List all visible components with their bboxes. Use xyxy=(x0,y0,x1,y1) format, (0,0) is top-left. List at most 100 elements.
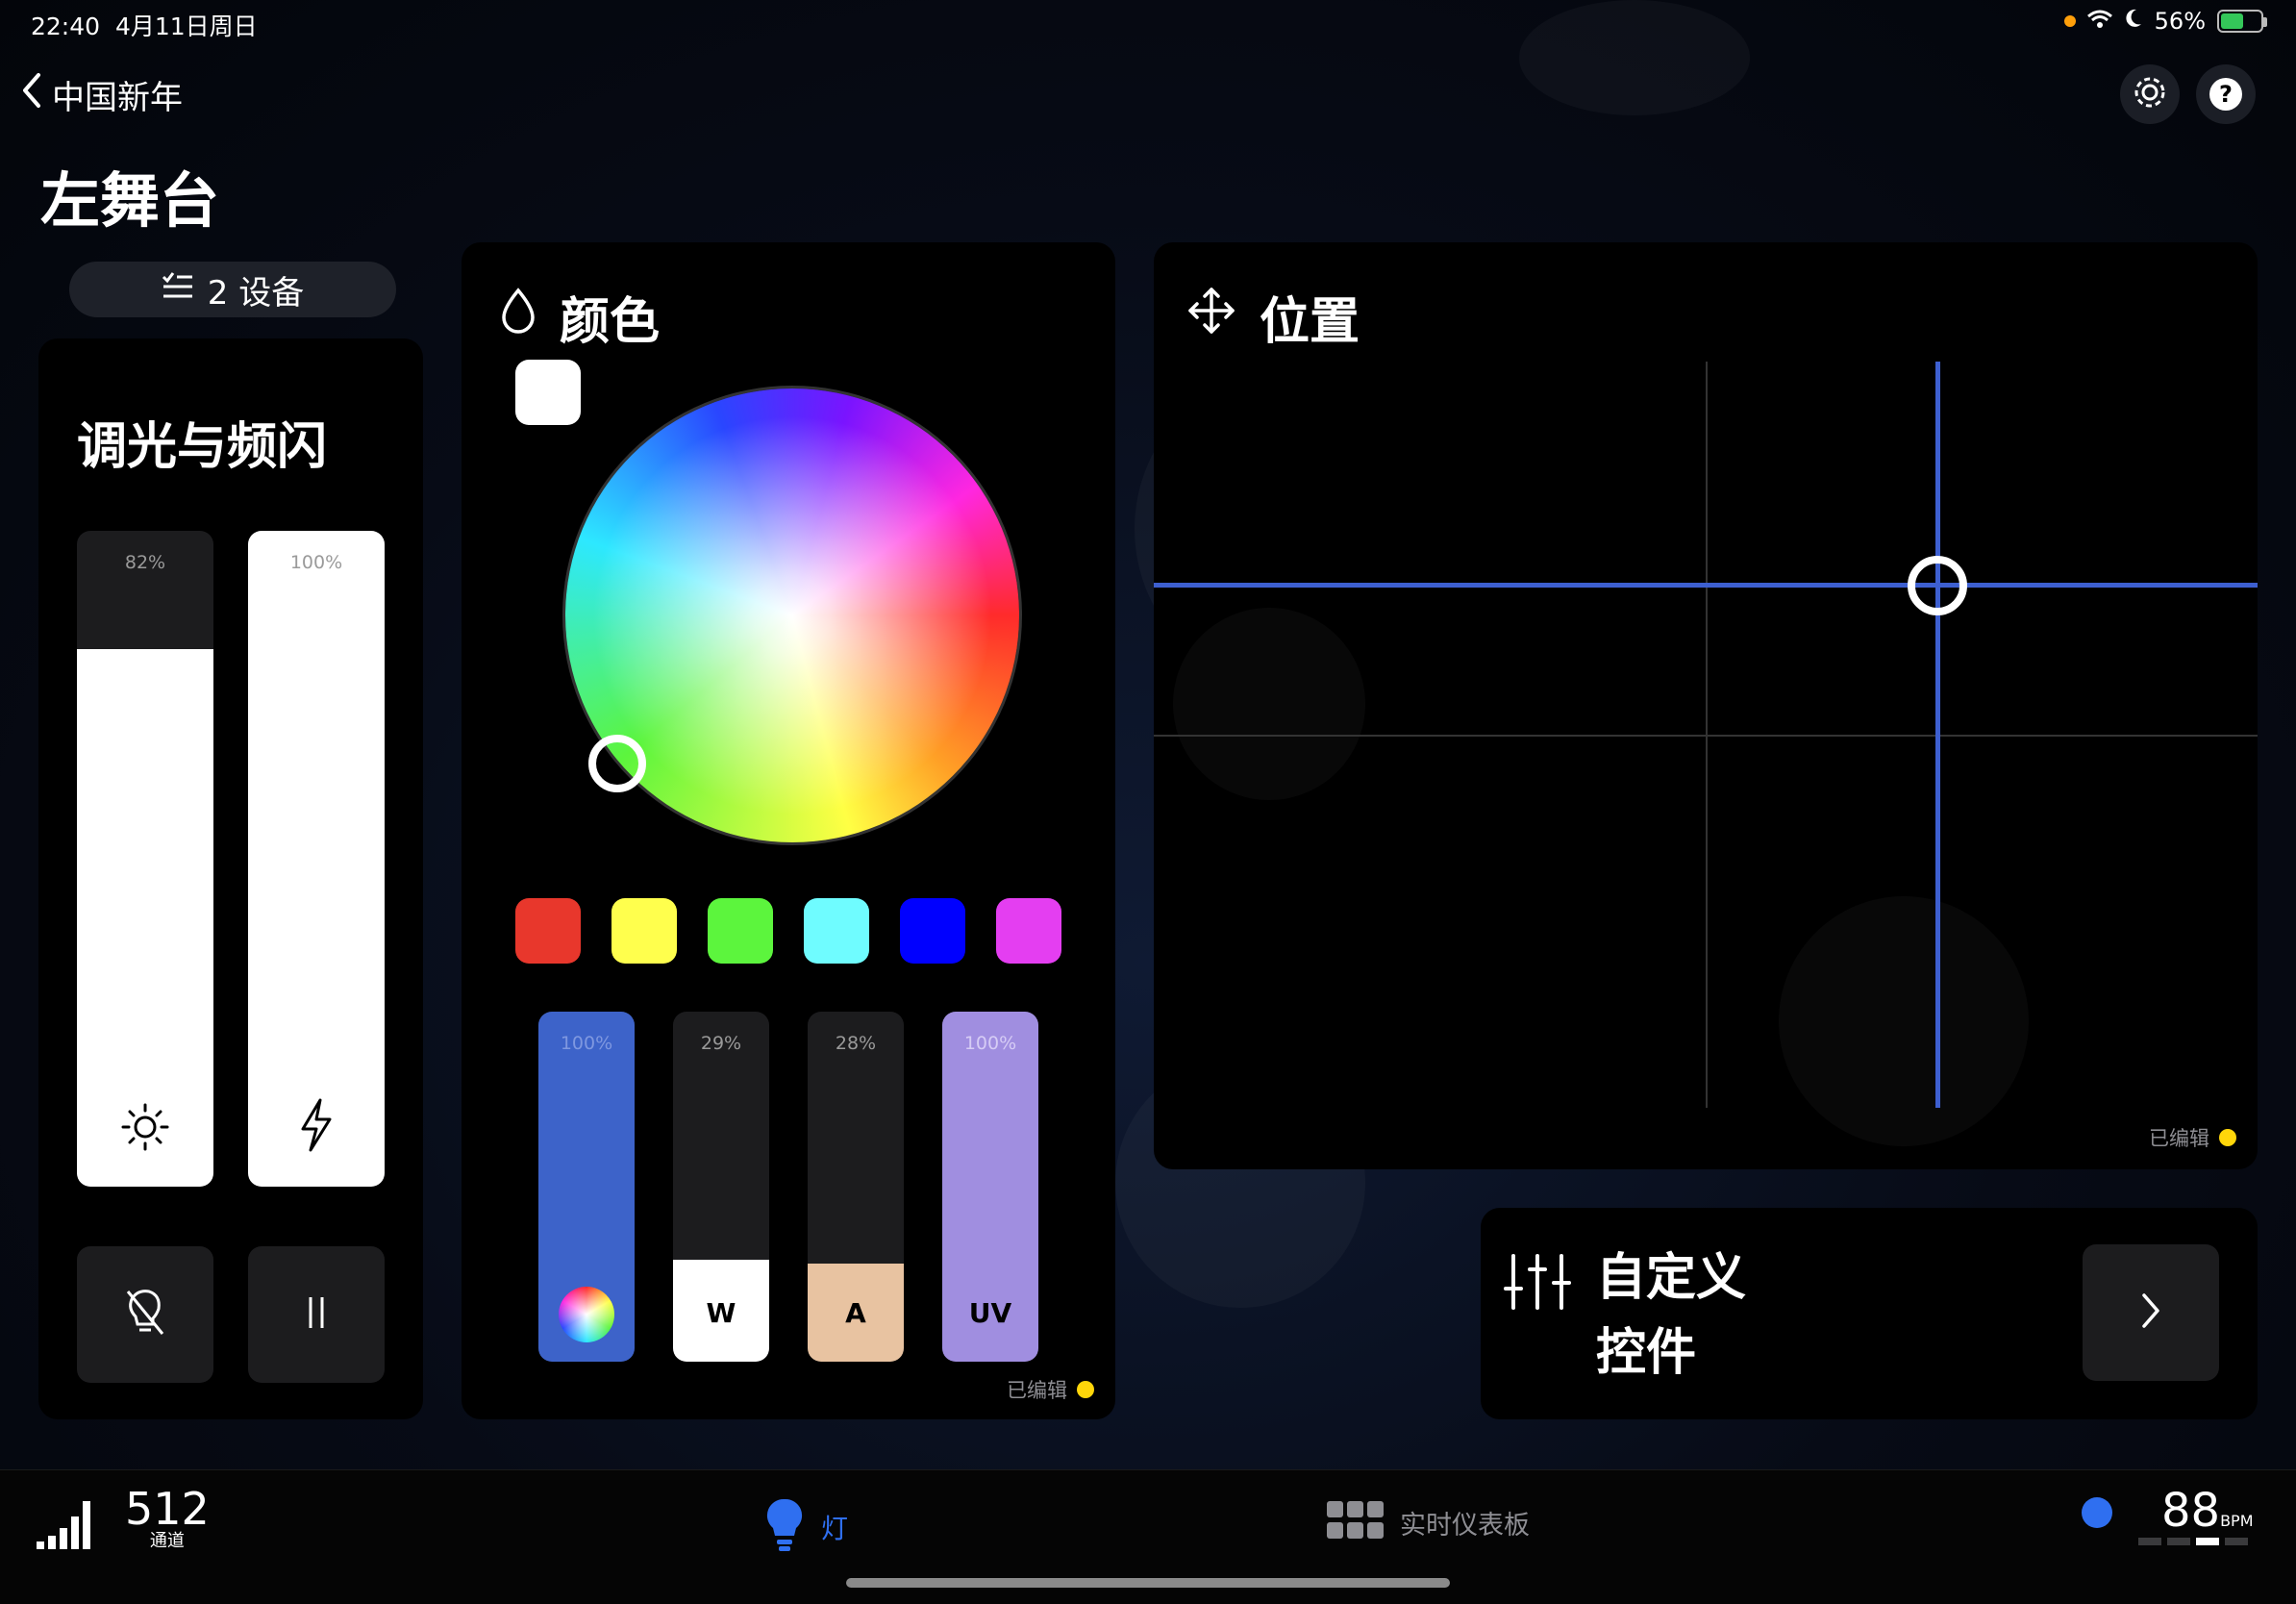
bokeh-light xyxy=(1519,0,1750,115)
dimmer-title: 调光与频闪 xyxy=(77,418,328,476)
position-edited-indicator: 已编辑 xyxy=(2149,1123,2236,1152)
channel-uv-value: 100% xyxy=(963,1033,1017,1054)
battery-percent: 56% xyxy=(2154,8,2206,35)
sliders-icon xyxy=(1504,1250,1571,1317)
channel-amber-slider[interactable]: 28% A xyxy=(808,1012,904,1362)
custom-controls-panel[interactable]: 自定义 控件 xyxy=(1481,1208,2258,1419)
channel-count-value: 512 xyxy=(125,1483,210,1535)
custom-controls-open-button[interactable] xyxy=(2083,1244,2219,1381)
back-button[interactable]: 中国新年 xyxy=(21,71,183,118)
help-button[interactable]: ? xyxy=(2196,64,2256,124)
brightness-slider[interactable]: 82% xyxy=(77,531,213,1187)
privacy-dot-icon xyxy=(2063,15,2076,27)
channel-uv-slider[interactable]: 100% UV xyxy=(942,1012,1038,1362)
battery-charging-icon xyxy=(2217,10,2267,33)
color-channel-sliders: 100% 29% W 28% A 100% UV xyxy=(538,1012,1038,1362)
channel-white-slider[interactable]: 29% W xyxy=(673,1012,769,1362)
chevron-right-icon xyxy=(2140,1291,2161,1334)
edited-label: 已编辑 xyxy=(1007,1379,1067,1402)
tab-lights[interactable]: 灯 xyxy=(765,1497,848,1557)
selected-color-swatch xyxy=(515,360,581,425)
color-swatch-4[interactable] xyxy=(804,898,869,964)
bpm-display[interactable]: 88BPM xyxy=(2161,1484,2254,1538)
pause-icon xyxy=(305,1293,328,1336)
brightness-value: 82% xyxy=(124,552,166,573)
tilt-line xyxy=(1154,583,2258,589)
beat-bar xyxy=(2225,1538,2248,1545)
edited-label: 已编辑 xyxy=(2149,1127,2209,1150)
color-wheel[interactable] xyxy=(565,388,1019,842)
dimmer-strobe-panel: 调光与频闪 82% 100% xyxy=(38,338,423,1419)
strobe-slider[interactable]: 100% xyxy=(248,531,385,1187)
position-title: 位置 xyxy=(1260,293,1360,351)
color-swatch-5[interactable] xyxy=(900,898,965,964)
beat-bar xyxy=(2196,1538,2219,1545)
channel-rgb-slider[interactable]: 100% xyxy=(538,1012,635,1362)
edited-dot xyxy=(2219,1129,2236,1146)
pause-button[interactable] xyxy=(248,1246,385,1383)
status-indicators: 56% xyxy=(2063,8,2267,35)
edited-dot xyxy=(1077,1381,1094,1398)
bulb-icon xyxy=(765,1497,804,1557)
chevron-left-icon xyxy=(21,72,42,117)
color-wheel-icon xyxy=(538,1287,635,1342)
lightning-icon xyxy=(248,1098,385,1152)
droplet-icon xyxy=(498,287,538,347)
wifi-icon xyxy=(2086,8,2112,35)
color-swatch-2[interactable] xyxy=(611,898,677,964)
devices-selector[interactable]: 2 设备 xyxy=(69,262,396,317)
blackout-button[interactable] xyxy=(77,1246,213,1383)
bpm-unit: BPM xyxy=(2220,1512,2254,1530)
signal-bars-icon xyxy=(37,1497,98,1553)
color-heading: 颜色 xyxy=(498,281,660,353)
moon-icon xyxy=(2124,8,2143,35)
channel-white-label: W xyxy=(706,1297,736,1329)
pan-line xyxy=(1934,362,1940,1108)
channel-count-label: 通道 xyxy=(149,1531,185,1551)
beat-bar xyxy=(2138,1538,2161,1545)
channel-amber-value: 28% xyxy=(835,1033,877,1054)
color-swatch-1[interactable] xyxy=(515,898,581,964)
beat-indicator-dot xyxy=(2082,1497,2112,1528)
status-clock: 22:40 4月11日周日 xyxy=(31,13,258,40)
sun-icon xyxy=(77,1102,213,1152)
home-indicator[interactable] xyxy=(846,1578,1450,1588)
custom-controls-title: 自定义 控件 xyxy=(1596,1241,1746,1391)
tab-live-dashboard[interactable]: 实时仪表板 xyxy=(1327,1501,1530,1543)
tab-live-dashboard-label: 实时仪表板 xyxy=(1400,1510,1530,1541)
color-swatch-3[interactable] xyxy=(708,898,773,964)
devices-label: 2 设备 xyxy=(207,273,305,313)
beat-bars xyxy=(2138,1538,2248,1545)
channel-white-value: 29% xyxy=(700,1033,742,1054)
gear-icon xyxy=(2132,74,2168,114)
settings-button[interactable] xyxy=(2120,64,2180,124)
color-picker-handle[interactable] xyxy=(588,735,646,792)
preset-swatches xyxy=(515,898,1061,964)
question-icon: ? xyxy=(2209,78,2242,111)
color-edited-indicator: 已编辑 xyxy=(1007,1375,1094,1404)
channel-count: 512 通道 xyxy=(125,1486,210,1551)
pan-tilt-handle[interactable] xyxy=(1908,555,1968,615)
custom-title-line2: 控件 xyxy=(1596,1324,1697,1382)
pan-tilt-pad[interactable] xyxy=(1154,362,2258,1108)
bulb-off-icon xyxy=(124,1288,166,1341)
color-title: 颜色 xyxy=(560,293,661,351)
position-heading: 位置 xyxy=(1185,281,1360,353)
channel-uv-label: UV xyxy=(968,1297,1012,1329)
page-title: 左舞台 xyxy=(40,165,220,236)
beat-bar xyxy=(2167,1538,2190,1545)
back-label: 中国新年 xyxy=(52,79,183,117)
channel-amber-label: A xyxy=(845,1297,866,1329)
tab-lights-label: 灯 xyxy=(821,1513,849,1544)
strobe-value: 100% xyxy=(289,552,343,573)
move-arrows-icon xyxy=(1185,284,1238,350)
channel-rgb-value: 100% xyxy=(560,1033,613,1054)
color-panel: 颜色 100% 29% W 28% A 100% UV 已编辑 xyxy=(462,242,1115,1419)
grid-icon xyxy=(1327,1501,1385,1543)
checklist-icon xyxy=(162,270,194,309)
color-swatch-6[interactable] xyxy=(996,898,1061,964)
custom-title-line1: 自定义 xyxy=(1596,1249,1747,1307)
position-panel: 位置 已编辑 xyxy=(1154,242,2258,1169)
center-horizontal-guide xyxy=(1154,735,2258,737)
bpm-value: 88 xyxy=(2161,1484,2221,1538)
